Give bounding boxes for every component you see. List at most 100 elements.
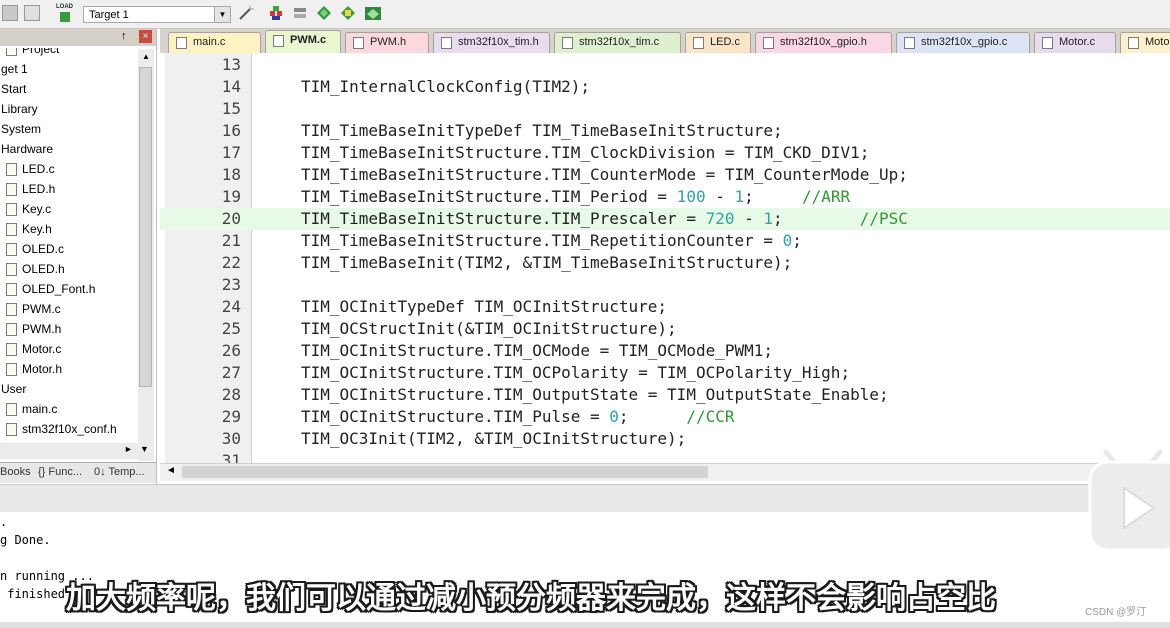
file-icon [176,37,187,49]
tree-item[interactable]: OLED_Font.h [6,279,95,299]
code-text: TIM_TimeBaseInitTypeDef TIM_TimeBaseInit… [301,120,783,142]
line-number: 30 [221,429,241,448]
pack-installer-icon[interactable] [340,5,356,21]
tab-label: Motor.h [1145,36,1170,48]
tab-file[interactable]: PWM.h [345,32,429,53]
scroll-thumb[interactable] [139,67,152,387]
tree-item[interactable]: PWM.c [6,299,61,319]
tab-file[interactable]: stm32f10x_gpio.c [896,32,1030,53]
tab-file[interactable]: main.c [168,32,261,53]
tree-item[interactable]: Key.h [6,219,52,239]
tab-file[interactable]: stm32f10x_gpio.h [755,32,892,53]
file-icon [562,37,573,49]
tree-item[interactable]: Key.c [6,199,51,219]
scroll-up-icon[interactable]: ▲ [138,49,154,65]
play-icon[interactable] [1088,448,1170,554]
tree-item[interactable]: OLED.c [6,239,64,259]
tab-label: stm32f10x_gpio.h [780,36,867,48]
tree-item-label: Hardware [1,142,54,156]
code-number: 1 [734,187,745,206]
line-number: 24 [221,297,241,316]
code-text: TIM_OCInitTypeDef TIM_OCInitStructure; [301,296,667,318]
pin-icon[interactable]: ↑ [121,30,127,42]
code-text: TIM_TimeBaseInitStructure.TIM_Repetition… [301,230,802,252]
scroll-down-icon[interactable]: ▼ [140,444,149,454]
tree-item[interactable]: OLED.h [6,259,65,279]
scroll-left-icon[interactable]: ◄ [166,465,176,476]
project-scrollbar[interactable]: ▲ [138,49,154,461]
output-line: finished [0,587,66,601]
tab-file[interactable]: stm32f10x_tim.h [433,32,550,53]
scroll-right-icon[interactable]: ► [124,444,133,454]
code-token: ; [618,407,687,426]
editor-hscroll[interactable]: ◄ [160,463,1170,481]
tab-file[interactable]: Motor.h [1120,32,1170,53]
code-number: 720 [705,209,735,228]
translate-icon[interactable] [2,5,18,21]
editor-hscroll-thumb[interactable] [182,466,708,478]
chevron-down-icon[interactable]: ▼ [214,7,230,22]
target-options-icon[interactable] [268,5,284,21]
tree-item[interactable]: System [1,119,41,139]
code-line: 16 TIM_TimeBaseInitTypeDef TIM_TimeBaseIn… [160,120,1170,142]
tab-label: stm32f10x_gpio.c [921,36,1008,48]
tree-item[interactable]: Start [1,79,26,99]
code-line: 18 TIM_TimeBaseInitStructure.TIM_CounterM… [160,164,1170,186]
line-number: 15 [221,99,241,118]
tree-item[interactable]: Motor.h [6,359,62,379]
tree-item[interactable]: Project [6,48,59,59]
tree-item[interactable]: User [1,379,26,399]
tree-item-label: Project [22,48,60,56]
tab-file[interactable]: Motor.c [1034,32,1116,53]
file-icon [6,423,17,437]
close-icon[interactable]: × [139,30,152,43]
tree-item[interactable]: stm32f10x_conf.h [6,419,117,439]
file-icon [6,223,17,237]
code-line: 17 TIM_TimeBaseInitStructure.TIM_ClockDiv… [160,142,1170,164]
tree-item[interactable]: PWM.h [6,319,61,339]
project-hscroll[interactable]: ► ▼ [0,443,154,459]
tree-item[interactable]: LED.c [6,159,55,179]
packs-icon[interactable] [364,5,382,21]
tree-item[interactable]: Hardware [1,139,53,159]
manage-components-icon[interactable] [292,5,308,21]
tree-item-label: get 1 [1,62,28,76]
target-select[interactable]: Target 1 ▼ [83,6,231,23]
code-token: TIM_TimeBaseInitStructure.TIM_Period = [301,187,677,206]
tab-functions[interactable]: {} Func... [38,466,82,478]
panel-divider[interactable] [0,484,1170,513]
tree-item[interactable]: main.c [6,399,57,419]
file-icon [353,37,364,49]
magic-wand-icon[interactable] [238,5,254,21]
code-number: 100 [676,187,706,206]
tab-file[interactable]: PWM.c [265,30,341,53]
tree-item[interactable]: Library [1,99,38,119]
load-icon[interactable]: LOAD [55,4,75,24]
code-comment: //ARR [801,187,851,206]
line-number: 16 [221,121,241,140]
tree-item-label: OLED.c [22,242,65,256]
tab-file[interactable]: stm32f10x_tim.c [554,32,681,53]
tree-item-label: PWM.h [22,322,62,336]
file-icon [6,163,17,177]
tree-item[interactable]: Motor.c [6,339,61,359]
file-icon [441,37,452,49]
build-icon[interactable] [24,5,40,21]
tree-item-label: OLED_Font.h [22,282,96,296]
code-token: TIM_TimeBaseInitStructure.TIM_CounterMod… [301,165,908,184]
tree-item[interactable]: LED.h [6,179,55,199]
toolbar: LOAD Target 1 ▼ [0,0,1170,29]
tab-books[interactable]: Books [0,466,31,478]
tab-templates[interactable]: 0↓ Temp... [94,466,145,478]
tree-item-label: Key.h [22,222,52,236]
tab-file[interactable]: LED.c [685,32,751,53]
project-panel-header: ↑ × [0,29,156,46]
code-text: TIM_TimeBaseInitStructure.TIM_ClockDivis… [301,142,869,164]
diamond-icon[interactable] [316,5,332,21]
tree-item-label: Motor.c [22,342,62,356]
file-icon [6,203,17,217]
project-tree: Project get 1 Start Library System Hardware LE… [0,48,138,469]
code-editor[interactable]: 13 14 TIM_InternalClockConfig(TIM2); 15 16 TI… [160,53,1170,463]
tree-item[interactable]: get 1 [1,59,28,79]
file-icon [6,48,17,57]
